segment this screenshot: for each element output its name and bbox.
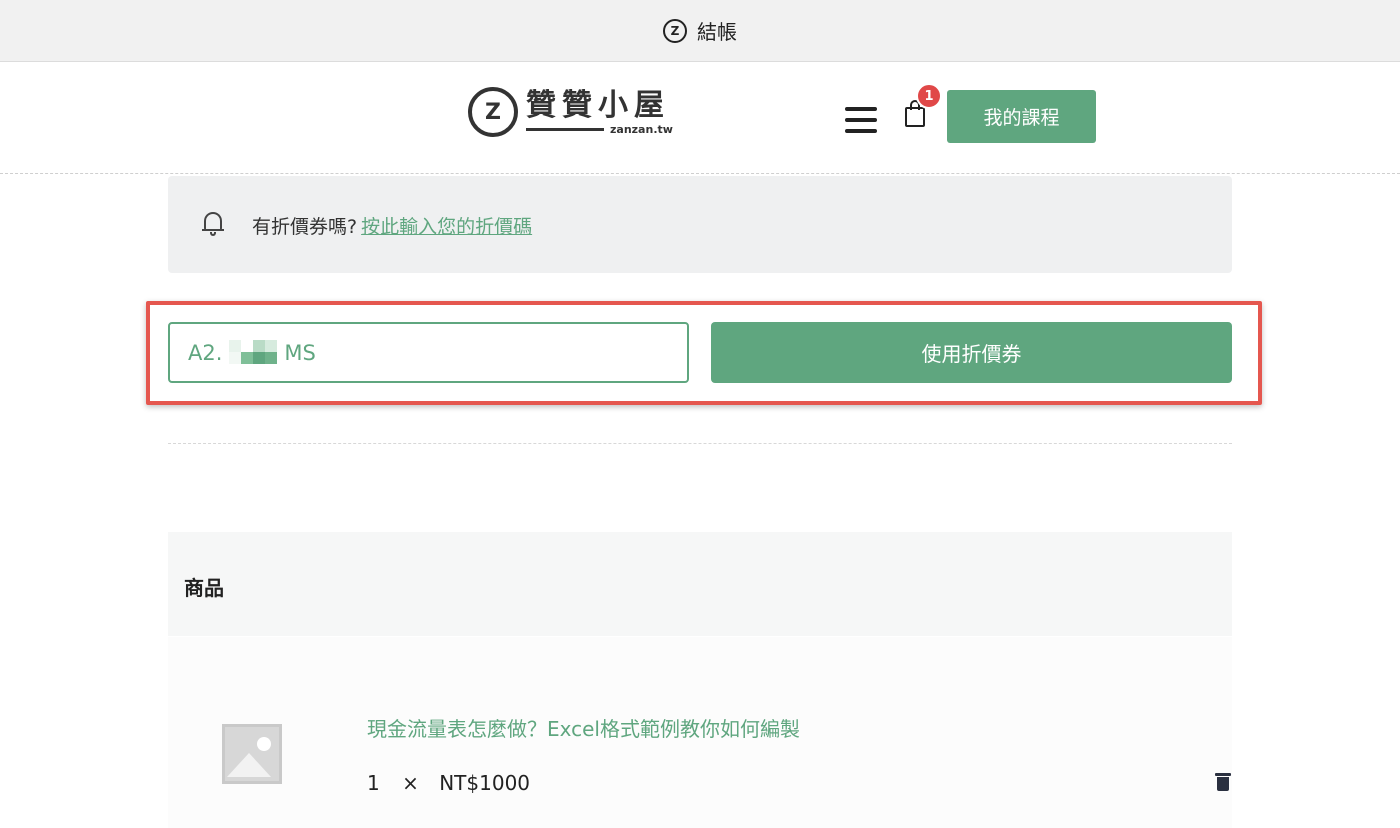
coupon-question: 有折價券嗎? xyxy=(252,216,358,238)
brand-logo[interactable]: Z 贊贊小屋 zanzan.tw xyxy=(468,87,673,137)
cart-item-row: 現金流量表怎麼做？Excel格式範例教你如何編製 1 × NT$1000 xyxy=(168,637,1232,828)
product-quantity-price: 1 × NT$1000 xyxy=(367,771,530,795)
product-qty: 1 xyxy=(367,771,380,795)
menu-bar xyxy=(845,107,877,111)
site-header: Z 贊贊小屋 zanzan.tw 1 我的課程 xyxy=(0,63,1400,174)
coupon-notice-text: 有折價券嗎? 按此輸入您的折價碼 xyxy=(252,212,532,239)
times-sign: × xyxy=(402,771,419,795)
section-divider xyxy=(168,443,1232,444)
redaction-mosaic xyxy=(229,340,279,365)
tab-title: 結帳 xyxy=(697,20,737,44)
bell-icon xyxy=(202,210,224,236)
coupon-value-prefix: A2. xyxy=(188,340,223,365)
trash-icon[interactable] xyxy=(1215,773,1231,791)
product-title-link[interactable]: 現金流量表怎麼做？Excel格式範例教你如何編製 xyxy=(367,713,800,742)
my-courses-button[interactable]: 我的課程 xyxy=(947,90,1096,143)
browser-tab-bar: Z 結帳 xyxy=(0,0,1400,62)
brand-subline: zanzan.tw xyxy=(526,123,673,136)
products-table-header: 商品 xyxy=(168,532,1232,636)
brand-mark-icon: Z xyxy=(468,87,518,137)
bag-body xyxy=(905,107,925,127)
apply-coupon-button[interactable]: 使用折價券 xyxy=(711,322,1232,383)
z-logo-icon: Z xyxy=(663,18,687,43)
image-placeholder-icon xyxy=(222,724,282,784)
shopping-bag-icon[interactable]: 1 xyxy=(903,83,942,129)
brand-underline xyxy=(526,127,604,131)
brand-text: 贊贊小屋 zanzan.tw xyxy=(526,87,673,136)
product-price: NT$1000 xyxy=(439,771,531,795)
menu-bar xyxy=(845,129,877,133)
brand-domain: zanzan.tw xyxy=(610,122,673,136)
products-header-label: 商品 xyxy=(184,576,224,600)
enter-coupon-link[interactable]: 按此輸入您的折價碼 xyxy=(361,216,532,238)
coupon-notice: 有折價券嗎? 按此輸入您的折價碼 xyxy=(168,176,1232,273)
cart-count-badge: 1 xyxy=(916,83,942,109)
coupon-value-suffix: MS xyxy=(284,340,316,365)
menu-bar xyxy=(845,118,877,122)
hamburger-menu-icon[interactable] xyxy=(845,107,877,133)
brand-name: 贊贊小屋 xyxy=(526,87,670,123)
